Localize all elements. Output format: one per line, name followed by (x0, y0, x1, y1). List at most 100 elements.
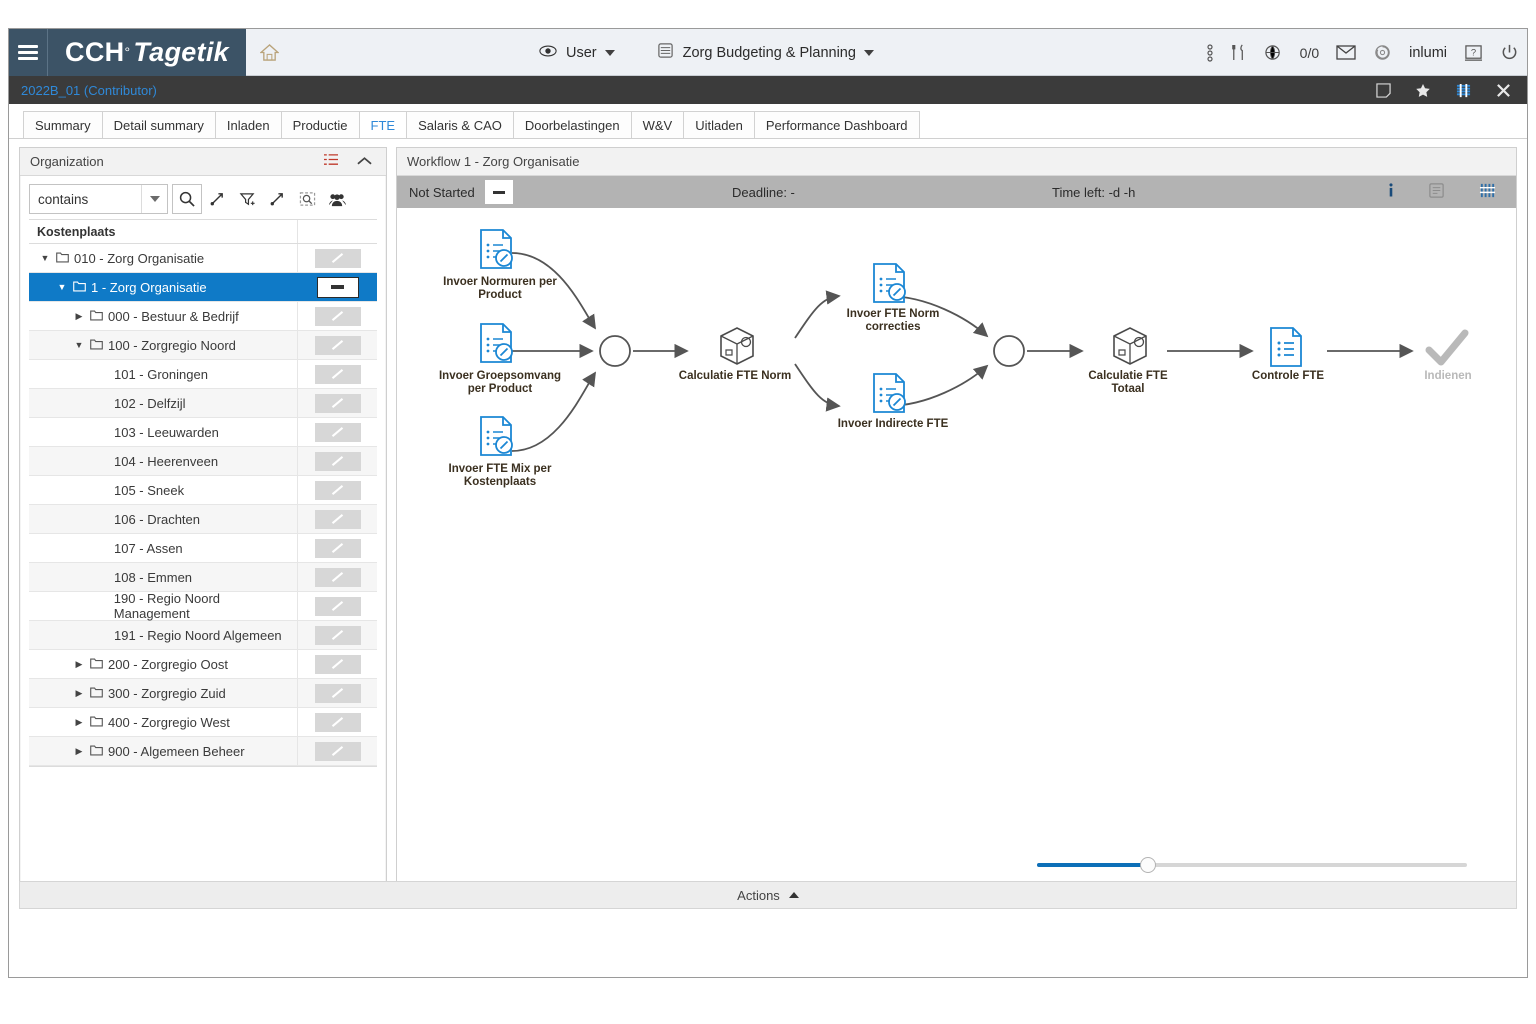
favorite-star-icon[interactable] (1415, 83, 1431, 98)
tree-row-label-cell: 104 - Heerenveen (29, 447, 298, 475)
tree-row-edit-button[interactable] (315, 655, 361, 674)
tree-row[interactable]: 106 - Drachten (29, 505, 377, 534)
tree-row-edit-button[interactable] (315, 452, 361, 471)
search-operator-select[interactable]: contains (29, 184, 168, 214)
tree-row[interactable]: 101 - Groningen (29, 360, 377, 389)
tab-uitladen[interactable]: Uitladen (683, 111, 755, 138)
tab-label: Detail summary (114, 118, 204, 133)
slider-knob[interactable] (1140, 857, 1156, 873)
tree-row-edit-button[interactable] (315, 713, 361, 732)
tab-salaris-cao[interactable]: Salaris & CAO (406, 111, 514, 138)
tree-row-edit-button[interactable] (315, 249, 361, 268)
columns-icon[interactable] (1479, 182, 1496, 202)
envelope-icon[interactable] (1336, 45, 1356, 60)
tree-row-edit-button[interactable] (315, 742, 361, 761)
user-selector[interactable]: User (566, 45, 615, 61)
tree-row[interactable]: ▼100 - Zorgregio Noord (29, 331, 377, 360)
workflow-canvas[interactable]: Invoer Normuren per Product Invoer Groep… (397, 208, 1516, 894)
tab-fte[interactable]: FTE (359, 111, 408, 138)
tree-row[interactable]: 104 - Heerenveen (29, 447, 377, 476)
chevron-down-icon[interactable]: ▼ (73, 340, 85, 350)
add-filter-icon (239, 191, 256, 208)
tree-row-edit-button[interactable] (315, 423, 361, 442)
group-users-button[interactable] (322, 184, 352, 214)
tree-row[interactable]: ▶ 000 - Bestuur & Bedrijf (29, 302, 377, 331)
collapse-all-button[interactable] (262, 184, 292, 214)
tree-row-edit-button[interactable] (315, 365, 361, 384)
hamburger-icon (18, 42, 38, 63)
tree-row-label-cell: ▶200 - Zorgregio Oost (29, 650, 298, 678)
more-vertical-icon[interactable] (1207, 43, 1213, 63)
expand-all-icon (209, 191, 225, 207)
tab-doorbelastingen[interactable]: Doorbelastingen (513, 111, 632, 138)
tools-icon[interactable] (1230, 43, 1247, 62)
expand-all-button[interactable] (202, 184, 232, 214)
chevron-down-icon[interactable]: ▼ (56, 282, 68, 292)
tab-summary[interactable]: Summary (23, 111, 103, 138)
note-icon[interactable] (1376, 83, 1391, 98)
tree-row[interactable]: 107 - Assen (29, 534, 377, 563)
chevron-right-icon[interactable]: ▶ (73, 717, 85, 728)
tree-row-label-cell: 106 - Drachten (29, 505, 298, 533)
home-icon[interactable] (246, 29, 292, 76)
tree-row[interactable]: ▶300 - Zorgregio Zuid (29, 679, 377, 708)
chevron-right-icon[interactable]: ▶ (73, 688, 85, 699)
tab-wv[interactable]: W&V (631, 111, 685, 138)
tab-performance-dashboard[interactable]: Performance Dashboard (754, 111, 920, 138)
search-button[interactable] (172, 184, 202, 214)
list-settings-icon[interactable] (323, 153, 339, 170)
tab-inladen[interactable]: Inladen (215, 111, 282, 138)
tree-row[interactable]: 190 - Regio Noord Management (29, 592, 377, 621)
help-icon[interactable]: ? (1464, 44, 1483, 62)
main-content: Organization contains (9, 139, 1527, 918)
report-icon[interactable] (1428, 182, 1445, 202)
power-icon[interactable] (1500, 43, 1519, 62)
tree-row-edit-button[interactable] (315, 684, 361, 703)
tab-productie[interactable]: Productie (281, 111, 360, 138)
tree-row[interactable]: ▼1 - Zorg Organisatie (29, 273, 377, 302)
tree-row[interactable]: 102 - Delfzijl (29, 389, 377, 418)
add-filter-button[interactable] (232, 184, 262, 214)
chevron-right-icon[interactable]: ▶ (73, 659, 85, 670)
tree-row-edit-button[interactable] (315, 597, 361, 616)
globe-settings-icon[interactable] (1264, 44, 1283, 62)
tree-row[interactable]: 191 - Regio Noord Algemeen (29, 621, 377, 650)
chevron-down-icon[interactable]: ▼ (39, 253, 51, 263)
tree-row[interactable]: 108 - Emmen (29, 563, 377, 592)
tree-row-edit-button[interactable] (315, 336, 361, 355)
tree-row-edit-button[interactable] (315, 510, 361, 529)
collapse-chevron-icon[interactable] (357, 154, 372, 169)
tree-row[interactable]: ▶400 - Zorgregio West (29, 708, 377, 737)
layers-icon[interactable] (1455, 83, 1472, 98)
tree-row-edit-button[interactable] (315, 481, 361, 500)
context-selectors: User Zorg Budgeting & Planning (539, 29, 874, 76)
tree-row[interactable]: ▼010 - Zorg Organisatie (29, 244, 377, 273)
application-selector[interactable]: Zorg Budgeting & Planning (683, 45, 874, 61)
chevron-right-icon[interactable]: ▶ (73, 311, 85, 322)
refresh-user-icon[interactable] (1373, 44, 1392, 62)
tree-row-status-button[interactable] (317, 277, 359, 298)
tree-row-edit-button[interactable] (315, 568, 361, 587)
tab-detail-summary[interactable]: Detail summary (102, 111, 216, 138)
tree-row-edit-button[interactable] (315, 539, 361, 558)
hamburger-menu-button[interactable] (9, 29, 47, 76)
tree-row-text: 000 - Bestuur & Bedrijf (108, 309, 239, 324)
close-icon[interactable] (1496, 83, 1511, 98)
tree-row-edit-button[interactable] (315, 394, 361, 413)
workflow-status-button[interactable] (485, 180, 513, 204)
tree-row-edit-button[interactable] (315, 626, 361, 645)
actions-bar[interactable]: Actions (19, 881, 1517, 909)
zoom-select-button[interactable] (292, 184, 322, 214)
tree-row[interactable]: 105 - Sneek (29, 476, 377, 505)
tree-row-action-cell (298, 539, 377, 558)
info-icon[interactable] (1388, 182, 1394, 202)
chevron-right-icon[interactable]: ▶ (73, 746, 85, 757)
tree-row[interactable]: ▶900 - Algemeen Beheer (29, 737, 377, 766)
database-icon[interactable] (657, 42, 674, 63)
tree-row[interactable]: 103 - Leeuwarden (29, 418, 377, 447)
eye-icon[interactable] (539, 45, 557, 61)
workflow-status-bar: Not Started Deadline: - Time left: -d -h (397, 176, 1516, 208)
tree-row[interactable]: ▶200 - Zorgregio Oost (29, 650, 377, 679)
tree-row-edit-button[interactable] (315, 307, 361, 326)
workflow-zoom-slider[interactable] (1037, 858, 1467, 872)
